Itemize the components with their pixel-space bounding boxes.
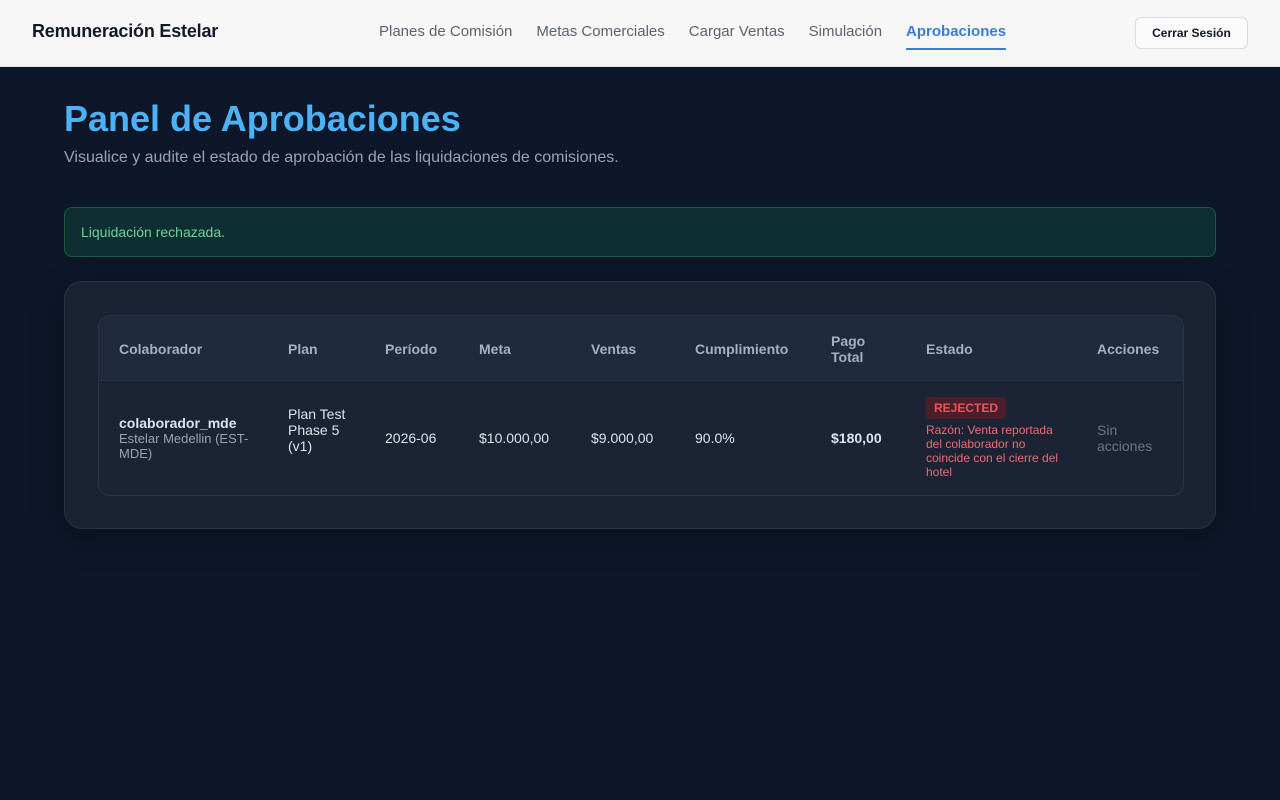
column-header-meta[interactable]: Meta: [479, 341, 511, 357]
cell-hotel: Estelar Medellin (EST-MDE): [119, 431, 249, 461]
cell-plan: Plan Test Phase 5 (v1): [288, 406, 346, 454]
table-header: Colaborador Plan Período Meta Ventas Cum…: [99, 316, 1183, 381]
nav-item-planes[interactable]: Planes de Comisión: [379, 0, 512, 50]
nav-item-simulacion[interactable]: Simulación: [809, 0, 882, 50]
column-header-colaborador[interactable]: Colaborador: [119, 341, 202, 357]
app-brand[interactable]: Remuneración Estelar: [32, 21, 218, 42]
nav-item-metas[interactable]: Metas Comerciales: [536, 0, 664, 50]
approvals-table: Colaborador Plan Período Meta Ventas Cum…: [98, 315, 1184, 496]
cell-acciones: Sin acciones: [1097, 422, 1153, 454]
column-header-acciones[interactable]: Acciones: [1097, 341, 1159, 357]
column-header-periodo[interactable]: Período: [385, 341, 437, 357]
top-navbar: Remuneración Estelar Planes de Comisión …: [0, 0, 1280, 67]
main-nav: Planes de Comisión Metas Comerciales Car…: [379, 0, 1007, 66]
column-header-estado[interactable]: Estado: [926, 341, 973, 357]
approvals-card: Colaborador Plan Período Meta Ventas Cum…: [64, 281, 1216, 529]
status-badge: REJECTED: [926, 397, 1007, 419]
cell-cumplimiento: 90.0%: [695, 430, 735, 446]
cell-meta: $10.000,00: [479, 430, 550, 446]
success-alert: Liquidación rechazada.: [64, 207, 1216, 257]
column-header-pago-total[interactable]: Pago Total: [831, 333, 881, 365]
cell-periodo: 2026-06: [385, 430, 437, 446]
nav-item-cargar-ventas[interactable]: Cargar Ventas: [689, 0, 785, 50]
cell-pago-total: $180,00: [831, 430, 882, 446]
alert-message: Liquidación rechazada.: [81, 224, 225, 240]
page-title: Panel de Aprobaciones: [64, 98, 461, 139]
cell-ventas: $9.000,00: [591, 430, 654, 446]
rejection-reason: Razón: Venta reportada del colaborador n…: [926, 423, 1059, 479]
column-header-cumplimiento[interactable]: Cumplimiento: [695, 341, 788, 357]
cell-colaborador: colaborador_mde: [119, 415, 237, 431]
nav-item-aprobaciones[interactable]: Aprobaciones: [906, 0, 1007, 50]
column-header-ventas[interactable]: Ventas: [591, 341, 636, 357]
logout-button[interactable]: Cerrar Sesión: [1135, 17, 1248, 49]
column-header-plan[interactable]: Plan: [288, 341, 318, 357]
page-subtitle: Visualice y audite el estado de aprobaci…: [64, 149, 619, 166]
